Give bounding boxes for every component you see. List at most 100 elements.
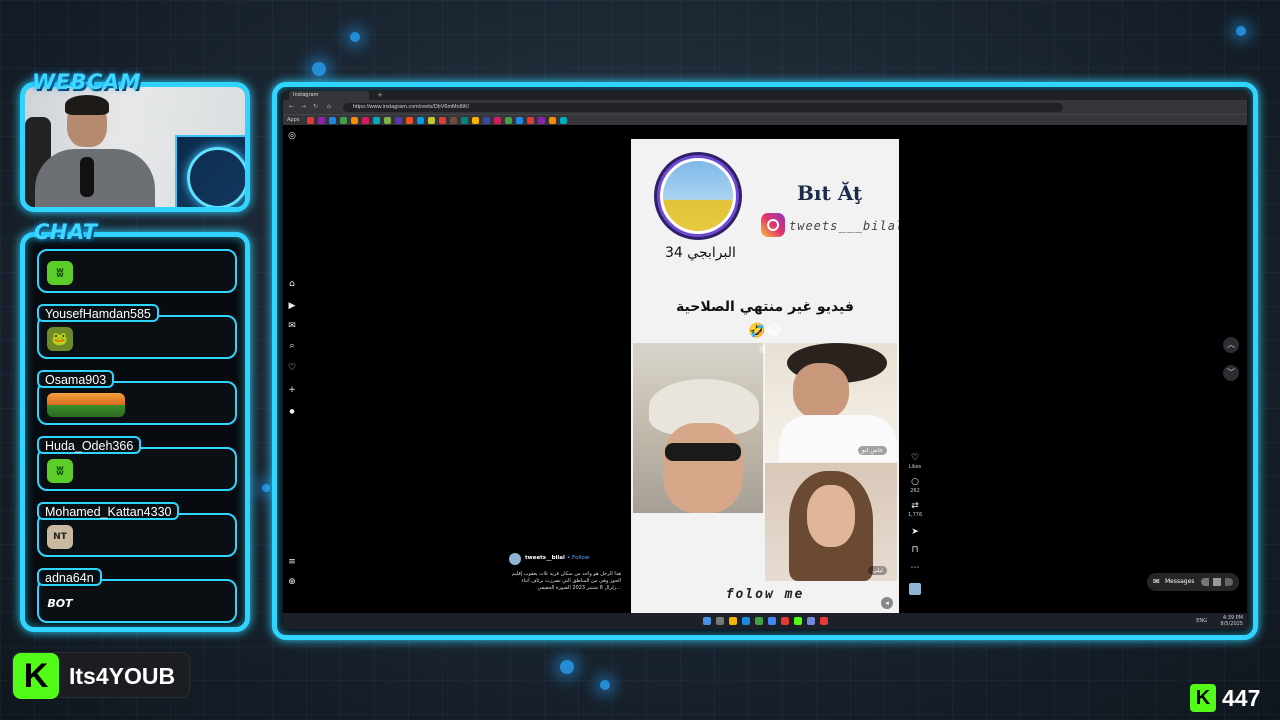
bookmark-icon[interactable] bbox=[505, 116, 513, 124]
webcam-label: WEBCAM bbox=[32, 70, 142, 94]
chat-message: adna64n BOT bbox=[37, 568, 237, 623]
bookmark-icon[interactable] bbox=[527, 116, 535, 124]
streamer-hair bbox=[65, 95, 109, 115]
share-button[interactable]: ➤ bbox=[907, 527, 923, 537]
menu-icon[interactable]: ≡ bbox=[287, 557, 297, 567]
follow-me-text: folow me bbox=[725, 587, 805, 602]
likes-label: Likes bbox=[908, 464, 922, 470]
chat-username[interactable]: Huda_Odeh366 bbox=[37, 436, 142, 454]
glow-orb bbox=[312, 62, 326, 76]
bookmark-icon[interactable] bbox=[417, 116, 425, 124]
scroll-down-button[interactable]: ﹀ bbox=[1223, 365, 1239, 381]
bookmark-icon[interactable] bbox=[329, 116, 337, 124]
webcam-feed bbox=[25, 87, 245, 207]
scroll-up-button[interactable]: ︿ bbox=[1223, 337, 1239, 353]
bookmark-icon[interactable] bbox=[351, 116, 359, 124]
bookmark-icon[interactable] bbox=[340, 116, 348, 124]
save-button[interactable]: ⊓ bbox=[907, 545, 923, 555]
create-icon[interactable]: + bbox=[287, 385, 297, 395]
glow-orb bbox=[350, 32, 360, 42]
bookmark-icon[interactable] bbox=[307, 116, 315, 124]
pixel-strip-emote bbox=[47, 393, 125, 417]
start-icon[interactable] bbox=[702, 617, 711, 625]
frog-emote: 🐸 bbox=[47, 327, 73, 351]
microphone bbox=[80, 157, 94, 197]
bookmark-icon[interactable] bbox=[483, 116, 491, 124]
chrome-icon[interactable] bbox=[767, 617, 776, 625]
messenger-icon[interactable]: ✉ bbox=[287, 321, 297, 331]
reload-icon[interactable]: ↻ bbox=[313, 103, 318, 111]
chat-username[interactable]: Mohamed_Kattan4330 bbox=[37, 502, 180, 520]
browser-frame: Instagram + ← → ↻ ⌂ https://www.instagra… bbox=[272, 82, 1258, 640]
bookmark-icon[interactable] bbox=[450, 116, 458, 124]
chat-message: YousefHamdan585 🐸 bbox=[37, 304, 237, 359]
message-avatars bbox=[1201, 578, 1233, 586]
bookmark-icon[interactable] bbox=[516, 116, 524, 124]
language-indicator[interactable]: ENG bbox=[1196, 618, 1207, 624]
profile-name: البرابجي 34 bbox=[665, 245, 736, 261]
app-icon[interactable] bbox=[741, 617, 750, 625]
bookmark-icon[interactable] bbox=[362, 116, 370, 124]
like-button[interactable]: ♡ Likes bbox=[907, 453, 923, 470]
bookmark-icon[interactable] bbox=[406, 116, 414, 124]
new-tab-icon[interactable]: + bbox=[377, 91, 383, 100]
audio-thumbnail[interactable] bbox=[909, 583, 921, 595]
bookmark-icon[interactable] bbox=[494, 116, 502, 124]
bookmark-icon[interactable] bbox=[472, 116, 480, 124]
profile-icon[interactable]: ● bbox=[287, 407, 297, 417]
browser-tab[interactable]: Instagram bbox=[289, 91, 369, 100]
chat-username[interactable]: YousefHamdan585 bbox=[37, 304, 159, 322]
glow-orb bbox=[600, 680, 610, 690]
chat-panel: ʬ YousefHamdan585 🐸 Osama903 Huda_Odeh36… bbox=[20, 232, 250, 632]
reel-caption: فيديو غير منتهي الصلاحية bbox=[676, 299, 854, 315]
bookmark-icon[interactable] bbox=[395, 116, 403, 124]
apps-bookmark[interactable]: Apps bbox=[287, 117, 299, 123]
bookmark-icon[interactable] bbox=[560, 116, 568, 124]
chat-username[interactable]: adna64n bbox=[37, 568, 102, 586]
chat-message: ʬ bbox=[37, 249, 237, 293]
streamer-badge: K Its4YOUB bbox=[12, 652, 190, 699]
bookmark-icon[interactable] bbox=[549, 116, 557, 124]
heart-icon[interactable]: ♡ bbox=[287, 363, 297, 373]
back-icon[interactable]: ← bbox=[289, 103, 294, 111]
xbox-icon[interactable] bbox=[754, 617, 763, 625]
search-icon[interactable] bbox=[715, 617, 724, 625]
author-avatar[interactable] bbox=[509, 553, 521, 565]
file-explorer-icon[interactable] bbox=[728, 617, 737, 625]
bookmark-icon[interactable] bbox=[439, 116, 447, 124]
nt-emote: NT bbox=[47, 525, 73, 549]
search-icon[interactable]: ⌕ bbox=[287, 341, 297, 351]
discord-icon[interactable] bbox=[806, 617, 815, 625]
clock[interactable]: 4:39 PM 8/5/2025 bbox=[1221, 615, 1243, 627]
profile-avatar bbox=[657, 155, 739, 237]
bookmark-icon[interactable] bbox=[428, 116, 436, 124]
bot-emote: BOT bbox=[47, 596, 73, 610]
more-icon[interactable]: ⋯ bbox=[907, 563, 923, 573]
author-name[interactable]: tweets__bilal bbox=[525, 555, 565, 561]
pc-case bbox=[175, 135, 245, 207]
app-icon[interactable] bbox=[819, 617, 828, 625]
instagram-icon bbox=[761, 213, 785, 237]
forward-icon[interactable]: → bbox=[301, 103, 306, 111]
home-icon[interactable]: ⌂ bbox=[327, 103, 331, 111]
threads-icon[interactable]: ⊕ bbox=[287, 577, 297, 587]
chat-username[interactable]: Osama903 bbox=[37, 370, 115, 388]
bookmark-icon[interactable] bbox=[461, 116, 469, 124]
home-icon[interactable]: ⌂ bbox=[287, 279, 297, 289]
app-icon[interactable] bbox=[780, 617, 789, 625]
url-input[interactable]: https://www.instagram.com/reels/DbV6mMo8… bbox=[343, 103, 1063, 112]
reel-video[interactable]: Bıt Ăţ tweets___bilal البرابجي 34 فيديو … bbox=[631, 139, 899, 617]
repost-button[interactable]: ⇄ 1,776 bbox=[907, 501, 923, 518]
reels-icon[interactable]: ▶ bbox=[287, 301, 297, 311]
reposts-count: 1,776 bbox=[907, 512, 923, 518]
bookmark-icon[interactable] bbox=[538, 116, 546, 124]
instagram-logo-icon[interactable]: ◎ bbox=[287, 131, 297, 141]
comment-button[interactable]: ○ 262 bbox=[907, 477, 923, 494]
bookmark-icon[interactable] bbox=[318, 116, 326, 124]
kick-icon[interactable] bbox=[793, 617, 802, 625]
follow-link[interactable]: • Follow bbox=[567, 555, 589, 561]
bookmark-icon[interactable] bbox=[384, 116, 392, 124]
bookmark-icon[interactable] bbox=[373, 116, 381, 124]
messages-button[interactable]: ✉ Messages bbox=[1147, 573, 1239, 591]
mute-icon[interactable]: ◂ bbox=[881, 597, 893, 609]
